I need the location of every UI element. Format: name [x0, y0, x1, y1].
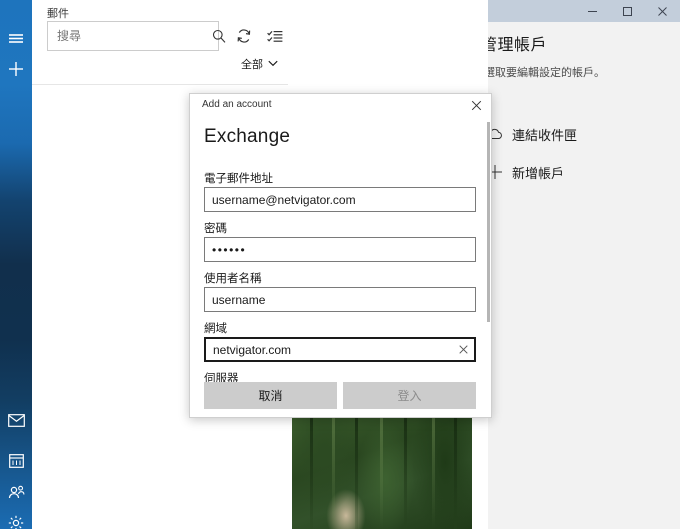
manage-accounts-pane: 管理帳戶 選取要編輯設定的帳戶。 連結收件匣 新增帳戶	[468, 22, 680, 529]
settings-row-label: 連結收件匣	[512, 127, 578, 143]
page-title: 管理帳戶	[481, 37, 548, 54]
settings-row-label: 新增帳戶	[512, 165, 565, 181]
mail-nav-rail	[0, 0, 32, 529]
password-field[interactable]: ••••••	[204, 237, 476, 262]
email-field[interactable]	[204, 187, 476, 212]
username-field-label: 使用者名稱	[204, 273, 262, 285]
filter-dropdown[interactable]: 全部	[241, 56, 278, 72]
dialog-heading: Exchange	[204, 126, 291, 147]
search-input[interactable]	[48, 29, 212, 43]
email-field-label: 電子郵件地址	[204, 173, 273, 185]
gear-icon[interactable]	[0, 504, 32, 529]
wallpaper-photo	[292, 418, 472, 529]
selection-mode-icon[interactable]	[263, 24, 287, 48]
username-input[interactable]	[205, 288, 475, 311]
sync-icon[interactable]	[232, 24, 256, 48]
settings-row-add-account[interactable]: 新增帳戶	[478, 157, 674, 187]
signin-button: 登入	[343, 382, 476, 409]
cancel-button[interactable]: 取消	[204, 382, 337, 409]
password-value: ••••••	[212, 242, 247, 257]
envelope-icon[interactable]	[0, 401, 32, 439]
mail-list-header: 郵件 搜尋 全部	[32, 0, 288, 84]
minimize-icon[interactable]	[575, 0, 610, 22]
maximize-icon[interactable]	[610, 0, 645, 22]
username-field[interactable]	[204, 287, 476, 312]
mail-app-title: 郵件	[47, 8, 69, 20]
dialog-title: Add an account	[202, 99, 272, 110]
chevron-down-icon	[268, 58, 278, 70]
close-icon[interactable]	[645, 0, 680, 22]
dialog-button-row: 取消 登入	[204, 382, 476, 409]
settings-row-link-inbox[interactable]: 連結收件匣	[478, 119, 674, 149]
clear-icon[interactable]	[452, 339, 474, 360]
window-controls	[575, 0, 680, 22]
password-field-label: 密碼	[204, 223, 227, 235]
dialog-scrollbar-thumb[interactable]	[487, 122, 490, 322]
domain-field[interactable]	[204, 337, 476, 362]
close-icon[interactable]	[461, 94, 491, 116]
domain-input[interactable]	[206, 339, 452, 360]
screen: 管理帳戶 選取要編輯設定的帳戶。 連結收件匣 新增帳戶 郵件 搜尋 全部 Add…	[0, 0, 680, 529]
dialog-scrollbar[interactable]	[486, 122, 490, 413]
search-icon[interactable]	[212, 22, 226, 50]
new-mail-plus-icon[interactable]	[0, 50, 32, 88]
email-input[interactable]	[205, 188, 475, 211]
add-account-dialog: Add an account Exchange 電子郵件地址 密碼 ••••••…	[189, 93, 492, 418]
filter-label: 全部	[241, 59, 263, 71]
dialog-body: Exchange 電子郵件地址 密碼 •••••• 使用者名稱 網域	[190, 116, 486, 417]
domain-field-label: 網域	[204, 323, 227, 335]
search-box[interactable]	[47, 21, 226, 51]
page-subtitle: 選取要編輯設定的帳戶。	[484, 67, 605, 79]
dialog-titlebar: Add an account	[190, 94, 491, 116]
